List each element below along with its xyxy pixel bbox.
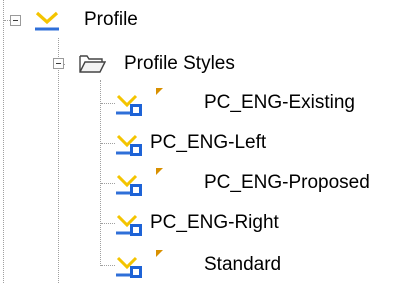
tree-node-label: Profile: [84, 9, 138, 30]
modified-flag-icon: [156, 250, 163, 257]
tree-node-label: PC_ENG-Left: [150, 132, 267, 153]
tree-node-style-pc-eng-existing[interactable]: PC_ENG-Existing: [116, 85, 355, 121]
tree-node-label: Standard: [204, 254, 282, 275]
folder-open-icon: [78, 53, 107, 75]
modified-flag-icon: [156, 168, 163, 175]
tree-node-profile[interactable]: Profile: [34, 2, 138, 38]
tree-node-label: PC_ENG-Proposed: [204, 172, 370, 193]
tree-node-style-standard[interactable]: Standard: [116, 247, 281, 283]
tree-guide-styles: [100, 80, 101, 266]
profile-style-icon: [116, 208, 144, 238]
profile-styles-collapse-button[interactable]: [53, 58, 64, 69]
tree-node-style-pc-eng-proposed[interactable]: PC_ENG-Proposed: [116, 165, 370, 201]
profile-style-icon: [116, 128, 144, 158]
profile-icon: [34, 7, 60, 33]
profile-style-icon: [116, 168, 144, 198]
profile-tree: Profile Profile Styles PC_ENG-Existing P…: [0, 0, 401, 283]
tree-node-profile-styles[interactable]: Profile Styles: [78, 46, 235, 82]
tree-guide-h-2: [101, 143, 115, 144]
tree-node-label: Profile Styles: [124, 53, 235, 74]
tree-guide-h-5: [101, 265, 115, 266]
tree-guide-root: [58, 38, 59, 283]
tree-guide-h-4: [101, 223, 115, 224]
profile-style-icon: [116, 250, 144, 280]
tree-guide-h-3: [101, 183, 115, 184]
tree-node-label: PC_ENG-Existing: [204, 92, 355, 113]
tree-node-style-pc-eng-left[interactable]: PC_ENG-Left: [116, 125, 266, 161]
tree-guide-h-1: [101, 103, 115, 104]
tree-node-style-pc-eng-right[interactable]: PC_ENG-Right: [116, 205, 279, 241]
profile-style-icon: [116, 88, 144, 118]
tree-node-label: PC_ENG-Right: [150, 212, 279, 233]
profile-collapse-button[interactable]: [10, 15, 21, 26]
modified-flag-icon: [156, 88, 163, 95]
tree-guide-left: [3, 0, 4, 283]
